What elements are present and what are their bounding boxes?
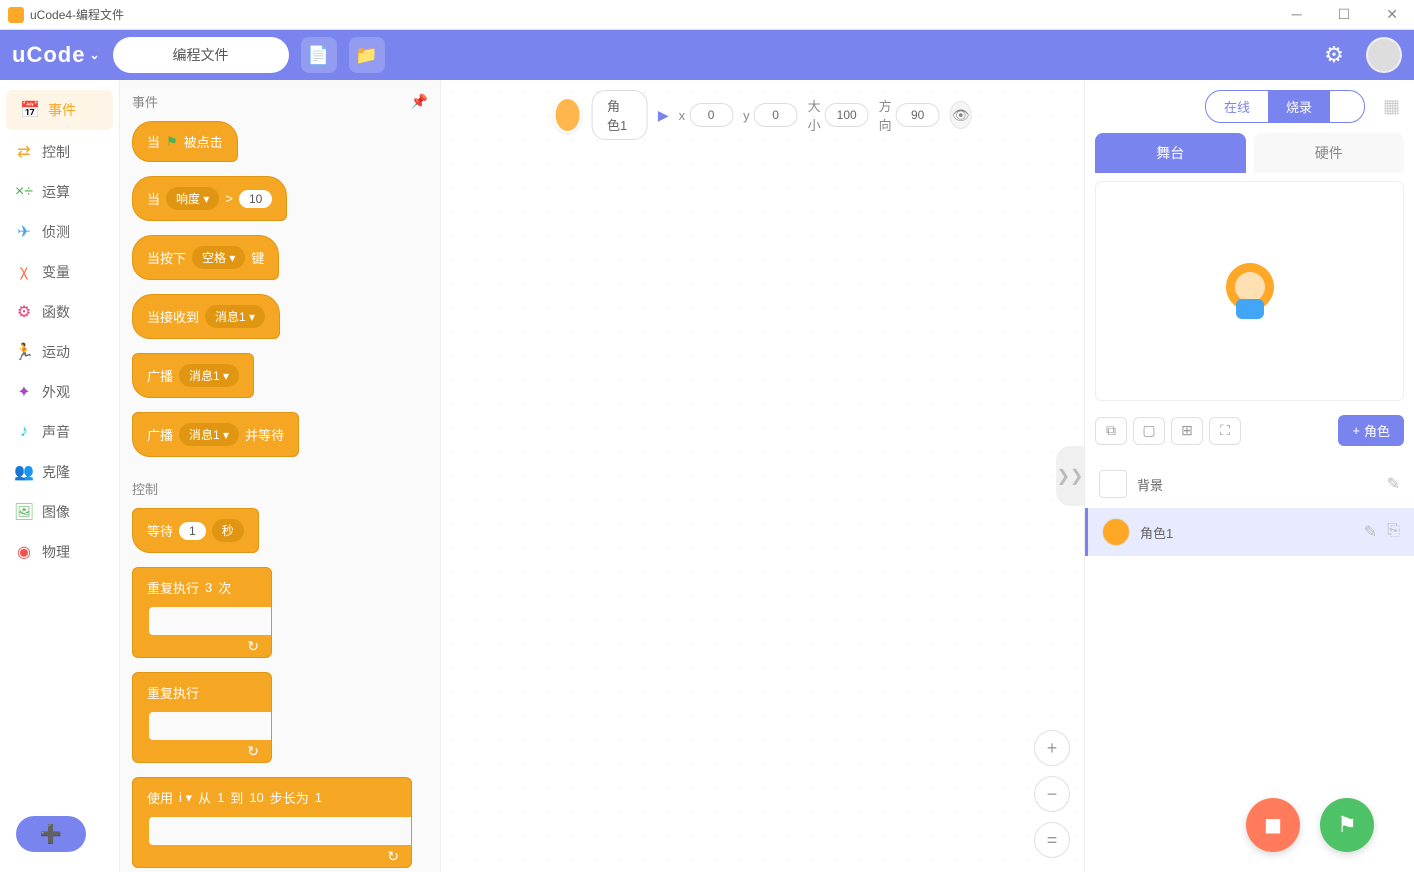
mode-online[interactable]: 在线 xyxy=(1206,91,1268,122)
size-input[interactable] xyxy=(825,103,869,127)
stage-preview[interactable] xyxy=(1095,181,1404,401)
category-icon: χ xyxy=(14,262,34,282)
collapse-panel-button[interactable]: ❯❯ xyxy=(1056,446,1084,506)
category-icon: 🖼 xyxy=(14,502,34,522)
zoom-out-button[interactable]: − xyxy=(1034,776,1070,812)
category-icon: ♪ xyxy=(14,422,34,442)
sidebar-item-图像[interactable]: 🖼图像 xyxy=(0,492,119,532)
sidebar-item-外观[interactable]: ✦外观 xyxy=(0,372,119,412)
preview-tool-3[interactable]: ⊞ xyxy=(1171,417,1203,445)
window-controls: ─ ☐ ✕ xyxy=(1284,4,1406,25)
titlebar: uCode4-编程文件 ─ ☐ ✕ xyxy=(0,0,1414,30)
block-wait[interactable]: 等待1秒 xyxy=(132,508,259,553)
sidebar-item-运算[interactable]: ×÷运算 xyxy=(0,172,119,212)
preview-tool-2[interactable]: ▢ xyxy=(1133,417,1165,445)
folder-icon[interactable]: 📁 xyxy=(349,37,385,73)
sidebar-item-运动[interactable]: 🏃运动 xyxy=(0,332,119,372)
topbar: uCode⌄ 编程文件 📄 📁 ⚙ xyxy=(0,30,1414,80)
lion-sprite xyxy=(1222,263,1278,319)
pin-icon[interactable]: 📌 xyxy=(411,93,428,110)
role1-thumb xyxy=(1102,518,1130,546)
palette-section-events: 事件 xyxy=(132,92,158,111)
category-icon: ◉ xyxy=(14,542,34,562)
edit-icon[interactable]: ✎ xyxy=(1364,522,1377,542)
canvas-grid xyxy=(441,80,1084,872)
add-role-button[interactable]: + 角色 xyxy=(1338,415,1404,446)
canvas[interactable]: 角色1 ▶ x y 大小 方向 👁 ❯❯ + − = xyxy=(440,80,1084,872)
sidebar-item-物理[interactable]: ◉物理 xyxy=(0,532,119,572)
block-when-loudness[interactable]: 当响度 ▾>10 xyxy=(132,176,287,221)
bg-thumb xyxy=(1099,470,1127,498)
block-when-key-pressed[interactable]: 当按下空格 ▾键 xyxy=(132,235,279,280)
sidebar-item-控制[interactable]: ⇄控制 xyxy=(0,132,119,172)
block-when-flag-clicked[interactable]: 当 ⚑ 被点击 xyxy=(132,121,238,162)
minimize-button[interactable]: ─ xyxy=(1284,4,1310,25)
zoom-in-button[interactable]: + xyxy=(1034,730,1070,766)
category-icon: ✦ xyxy=(14,382,34,402)
sidebar-item-函数[interactable]: ⚙函数 xyxy=(0,292,119,332)
category-icon: ×÷ xyxy=(14,182,34,202)
asset-role1[interactable]: 角色1 ✎⎘ xyxy=(1085,508,1414,556)
copy-icon[interactable]: ⎘ xyxy=(1387,522,1400,542)
category-icon: 📅 xyxy=(20,100,40,120)
sidebar-item-变量[interactable]: χ变量 xyxy=(0,252,119,292)
gear-icon[interactable]: ⚙ xyxy=(1316,37,1352,73)
sidebar-item-声音[interactable]: ♪声音 xyxy=(0,412,119,452)
y-input[interactable] xyxy=(754,103,798,127)
sidebar-item-侦测[interactable]: ✈侦测 xyxy=(0,212,119,252)
x-input[interactable] xyxy=(689,103,733,127)
tab-stage[interactable]: 舞台 xyxy=(1095,133,1246,173)
play-icon[interactable]: ▶ xyxy=(658,107,669,124)
sprite-info-bar: 角色1 ▶ x y 大小 方向 👁 xyxy=(553,90,972,140)
file-tab[interactable]: 编程文件 xyxy=(113,37,289,73)
asset-background[interactable]: 背景 ✎ xyxy=(1085,460,1414,508)
chevron-down-icon: ⌄ xyxy=(89,48,100,62)
zoom-reset-button[interactable]: = xyxy=(1034,822,1070,858)
layout-icon[interactable]: ▦ xyxy=(1383,96,1400,117)
block-forever[interactable]: 重复执行↻ xyxy=(132,672,272,763)
block-broadcast[interactable]: 广播消息1 ▾ xyxy=(132,353,254,398)
go-button[interactable]: ⚑ xyxy=(1320,798,1374,852)
sidebar-item-克隆[interactable]: 👥克隆 xyxy=(0,452,119,492)
stop-button[interactable]: ◼ xyxy=(1246,798,1300,852)
flag-icon: ⚑ xyxy=(166,134,178,150)
avatar[interactable] xyxy=(1366,37,1402,73)
preview-tool-4[interactable]: ⛶ xyxy=(1209,417,1241,445)
maximize-button[interactable]: ☐ xyxy=(1330,4,1359,25)
category-icon: 👥 xyxy=(14,462,34,482)
direction-input[interactable] xyxy=(896,103,940,127)
block-palette[interactable]: 事件📌 当 ⚑ 被点击 当响度 ▾>10 当按下空格 ▾键 当接收到消息1 ▾ … xyxy=(120,80,440,872)
category-icon: ⇄ xyxy=(14,142,34,162)
save-icon[interactable]: 📄 xyxy=(301,37,337,73)
category-icon: ✈ xyxy=(14,222,34,242)
sidebar: 📅事件⇄控制×÷运算✈侦测χ变量⚙函数🏃运动✦外观♪声音👥克隆🖼图像◉物理 ➕ xyxy=(0,80,120,872)
category-icon: ⚙ xyxy=(14,302,34,322)
logo[interactable]: uCode⌄ xyxy=(12,42,101,68)
app-icon xyxy=(8,7,24,23)
block-repeat-n[interactable]: 重复执行3次↻ xyxy=(132,567,272,658)
category-icon: 🏃 xyxy=(14,342,34,362)
add-extension-button[interactable]: ➕ xyxy=(16,816,86,852)
preview-tool-1[interactable]: ⧉ xyxy=(1095,417,1127,445)
sprite-name[interactable]: 角色1 xyxy=(592,90,648,140)
mode-toggle[interactable]: 在线 烧录 xyxy=(1205,90,1365,123)
block-broadcast-wait[interactable]: 广播消息1 ▾并等待 xyxy=(132,412,299,457)
sprite-thumbnail[interactable] xyxy=(553,97,582,133)
block-for-loop[interactable]: 使用i ▾从1到10步长为1↻ xyxy=(132,777,412,868)
block-when-receive[interactable]: 当接收到消息1 ▾ xyxy=(132,294,280,339)
tab-hardware[interactable]: 硬件 xyxy=(1254,133,1405,173)
window-title: uCode4-编程文件 xyxy=(30,6,124,23)
close-button[interactable]: ✕ xyxy=(1378,4,1406,25)
visibility-toggle[interactable]: 👁 xyxy=(950,101,972,129)
mode-burn[interactable]: 烧录 xyxy=(1268,91,1330,122)
edit-icon[interactable]: ✎ xyxy=(1387,474,1400,494)
palette-section-control: 控制 xyxy=(132,479,428,498)
right-panel: 在线 烧录 ▦ 舞台 硬件 ⧉ ▢ ⊞ ⛶ + 角色 背景 ✎ xyxy=(1084,80,1414,872)
sidebar-item-事件[interactable]: 📅事件 xyxy=(6,90,113,130)
